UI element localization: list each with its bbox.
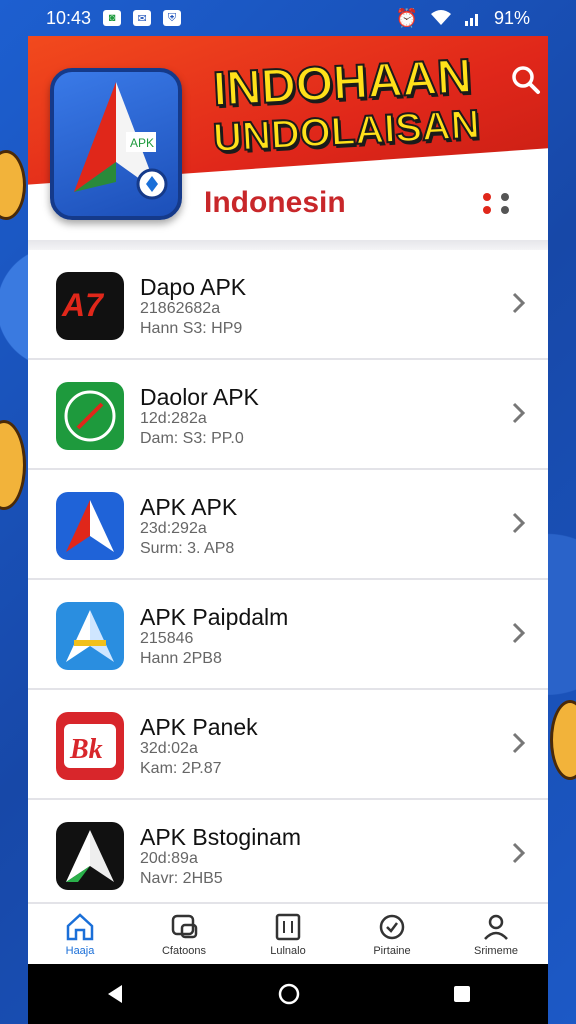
app-title: APK Paipdalm: [140, 604, 289, 630]
notification-icon: ◙: [103, 10, 122, 26]
app-title: APK Bstoginam: [140, 824, 302, 850]
app-title: Daolor APK: [140, 384, 259, 410]
more-menu-button[interactable]: [474, 181, 518, 225]
a-logo-icon: [66, 610, 114, 662]
book-icon: [275, 913, 301, 941]
bk-icon: Bk: [64, 724, 116, 768]
profile-icon: [484, 914, 508, 940]
home-icon: [66, 913, 94, 941]
nav-label: Pirtaine: [373, 945, 411, 957]
a-logo-icon: [66, 500, 114, 552]
mail-icon: ✉: [133, 10, 152, 26]
app-icon: [56, 602, 124, 670]
status-time: 10:43: [46, 7, 92, 28]
app-list: A7 Dapo APK 21862682a Hann S3: HP9 Daolo…: [28, 250, 548, 910]
home-button-icon[interactable]: [277, 982, 301, 1006]
app-meta: Kam: 2P.87: [140, 760, 222, 777]
svg-text:APK: APK: [130, 136, 154, 150]
list-item[interactable]: APK Paipdalm 215846 Hann 2PB8: [28, 580, 548, 690]
chevron-right-icon: [512, 402, 526, 424]
app-icon: [56, 382, 124, 450]
list-item[interactable]: Bk APK Panek 32d:02a Kam: 2P.87: [28, 690, 548, 800]
list-item[interactable]: APK APK 23d:292a Surm: 3. AP8: [28, 470, 548, 580]
nav-clock[interactable]: Pirtaine: [340, 904, 444, 964]
signal-icon: [464, 14, 478, 26]
app-title: Dapo APK: [140, 274, 247, 300]
nav-label: Srimeme: [473, 945, 518, 957]
app-meta: Hann S3: HP9: [140, 320, 243, 337]
header-subtitle: Indonesin: [204, 186, 346, 219]
wifi-icon: [430, 10, 451, 25]
app-title: APK Panek: [140, 714, 258, 740]
app-meta: Navr: 2HB5: [140, 870, 223, 887]
nav-label: Lulnalo: [270, 945, 306, 957]
svg-text:Bk: Bk: [69, 734, 103, 765]
alarm-icon: ⏰: [395, 7, 418, 28]
svg-text:A7: A7: [61, 287, 105, 323]
app-title: APK APK: [140, 494, 238, 520]
nav-label: Cfatoons: [161, 945, 207, 957]
back-icon[interactable]: [104, 983, 126, 1005]
chevron-right-icon: [512, 292, 526, 314]
app-meta: 12d:282a: [140, 410, 207, 427]
chevron-right-icon: [512, 512, 526, 534]
a7-icon: A7: [61, 287, 105, 323]
app-meta: 21862682a: [140, 300, 221, 317]
chevron-right-icon: [512, 842, 526, 864]
clock-icon: [379, 914, 405, 940]
logo-arrow-icon: APK: [74, 82, 168, 200]
app-meta: Dam: S3: PP.0: [140, 430, 244, 447]
chevron-right-icon: [512, 732, 526, 754]
app-icon: [56, 822, 124, 890]
app-meta: 20d:89a: [140, 850, 198, 867]
app-icon: Bk: [56, 712, 124, 780]
compass-icon: [64, 390, 116, 442]
recents-icon[interactable]: [452, 984, 472, 1004]
a-logo-icon: [66, 830, 114, 882]
nav-chat[interactable]: Cfatoons: [132, 904, 236, 964]
app-meta: Surm: 3. AP8: [140, 540, 235, 557]
app-icon: [56, 492, 124, 560]
system-navigation-bar: [28, 964, 548, 1024]
app-meta: 32d:02a: [140, 740, 198, 757]
shield-icon: ⛨: [163, 10, 182, 26]
battery-level: 91%: [493, 7, 530, 28]
nav-profile[interactable]: Srimeme: [444, 904, 548, 964]
chevron-right-icon: [512, 622, 526, 644]
list-item[interactable]: APK Bstoginam 20d:89a Navr: 2HB5: [28, 800, 548, 910]
bottom-navigation: Haaja Cfatoons Lulnalo Pirtaine Srimeme: [28, 902, 548, 964]
search-button[interactable]: [508, 62, 544, 98]
app-meta: 23d:292a: [140, 520, 207, 537]
app-logo: APK: [50, 68, 182, 220]
search-icon: [512, 66, 540, 94]
app-meta: 215846: [140, 630, 194, 647]
nav-book[interactable]: Lulnalo: [236, 904, 340, 964]
status-bar: 10:43 ◙ ✉ ⛨ ⏰ 91%: [0, 0, 576, 36]
list-item[interactable]: A7 Dapo APK 21862682a Hann S3: HP9: [28, 250, 548, 360]
chat-icon: [171, 914, 198, 939]
list-item[interactable]: Daolor APK 12d:282a Dam: S3: PP.0: [28, 360, 548, 470]
nav-label: Haaja: [65, 945, 95, 957]
nav-home[interactable]: Haaja: [28, 904, 132, 964]
app-meta: Hann 2PB8: [140, 650, 222, 667]
app-icon: A7: [56, 272, 124, 340]
